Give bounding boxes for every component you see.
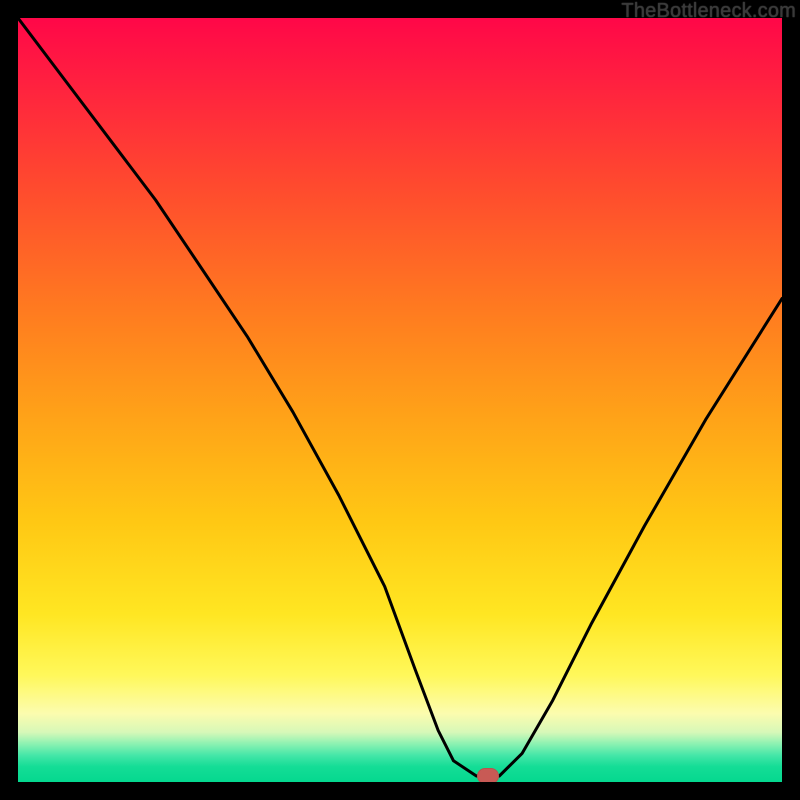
plot-area [18,18,782,782]
chart-stage: TheBottleneck.com [0,0,800,800]
bottleneck-curve [18,18,782,776]
site-watermark: TheBottleneck.com [621,0,796,23]
curve-layer [18,18,782,782]
optimum-marker [477,768,499,782]
